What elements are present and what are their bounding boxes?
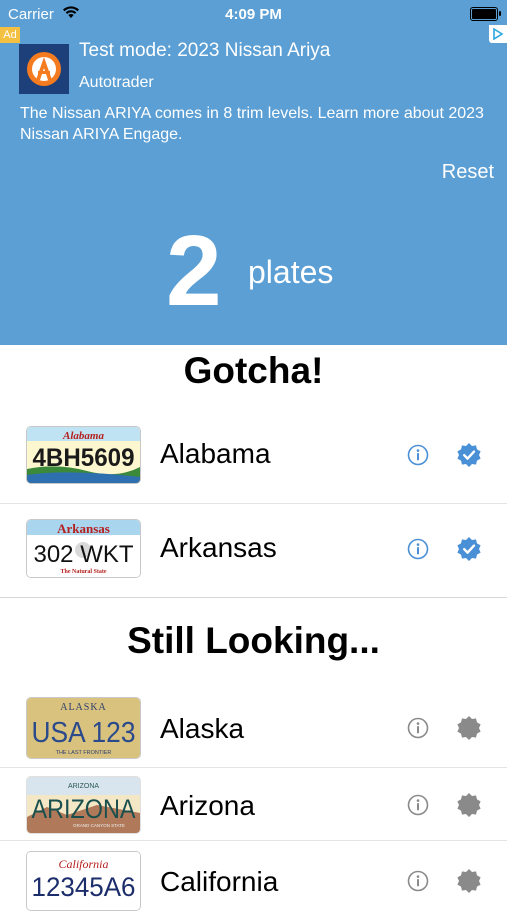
svg-text:ARIZONA: ARIZONA — [68, 783, 99, 790]
svg-text:USA 123: USA 123 — [32, 717, 136, 749]
svg-text:4BH5609: 4BH5609 — [33, 444, 135, 472]
plate-image-alaska: ALASKA USA 123 THE LAST FRONTIER — [26, 697, 141, 759]
svg-text:California: California — [58, 857, 108, 871]
ad-description[interactable]: The Nissan ARIYA comes in 8 trim levels.… — [20, 103, 500, 145]
found-row-alabama[interactable]: Alabama 4BH5609 Alabama — [0, 410, 507, 504]
plate-count-label: plates — [248, 254, 334, 290]
info-circle-icon[interactable] — [407, 717, 429, 739]
seal-icon[interactable] — [456, 792, 482, 818]
ad-advertiser[interactable]: Autotrader — [79, 74, 154, 92]
state-name-arizona: Arizona — [160, 790, 255, 821]
svg-text:GRAND CANYON STATE: GRAND CANYON STATE — [73, 823, 125, 828]
state-name-alabama: Alabama — [160, 438, 271, 469]
plate-count: 2 — [166, 215, 222, 327]
info-circle-icon[interactable] — [407, 538, 429, 560]
looking-section-title: Still Looking... — [127, 620, 380, 661]
ad-badge: Ad — [0, 27, 20, 43]
checkmark-seal-icon[interactable] — [456, 536, 482, 562]
svg-text:THE LAST FRONTIER: THE LAST FRONTIER — [56, 750, 112, 756]
state-name-arkansas: Arkansas — [160, 532, 277, 563]
info-circle-icon[interactable] — [407, 794, 429, 816]
header-panel: Carrier 4:09 PM Ad Test mode: 2023 Nissa… — [0, 0, 507, 345]
ad-title[interactable]: Test mode: 2023 Nissan Ariya — [79, 40, 330, 62]
svg-text:ARIZONA: ARIZONA — [32, 794, 136, 824]
info-circle-icon[interactable] — [407, 870, 429, 892]
looking-row-alaska[interactable]: ALASKA USA 123 THE LAST FRONTIER Alaska — [0, 690, 507, 768]
seal-icon[interactable] — [456, 715, 482, 741]
autotrader-logo-icon[interactable] — [19, 44, 69, 94]
found-row-arkansas[interactable]: Arkansas 302 WKT The Natural State Arkan… — [0, 504, 507, 598]
state-name-california: California — [160, 866, 279, 897]
svg-text:Arkansas: Arkansas — [57, 521, 110, 536]
plate-image-arkansas: Arkansas 302 WKT The Natural State — [26, 519, 141, 578]
plate-image-california: California 12345A6 — [26, 851, 141, 911]
svg-text:12345A6: 12345A6 — [32, 872, 136, 902]
reset-button[interactable]: Reset — [442, 161, 494, 184]
clock: 4:09 PM — [225, 6, 282, 23]
state-name-alaska: Alaska — [160, 713, 245, 744]
svg-text:The Natural State: The Natural State — [61, 569, 107, 575]
found-section-title: Gotcha! — [183, 350, 324, 391]
battery-icon — [470, 7, 501, 21]
looking-row-arizona[interactable]: ARIZONA ARIZONA GRAND CANYON STATE Arizo… — [0, 768, 507, 841]
seal-icon[interactable] — [456, 868, 482, 894]
svg-text:302 WKT: 302 WKT — [34, 541, 134, 568]
info-circle-icon[interactable] — [407, 444, 429, 466]
plate-image-alabama: Alabama 4BH5609 — [26, 426, 141, 484]
svg-text:ALASKA: ALASKA — [60, 702, 107, 713]
plate-image-arizona: ARIZONA ARIZONA GRAND CANYON STATE — [26, 776, 141, 834]
looking-row-california[interactable]: California 12345A6 California — [0, 841, 507, 911]
status-bar: Carrier 4:09 PM — [0, 0, 507, 28]
svg-text:Alabama: Alabama — [62, 430, 104, 442]
checkmark-seal-icon[interactable] — [456, 442, 482, 468]
adchoices-icon[interactable] — [489, 25, 507, 43]
